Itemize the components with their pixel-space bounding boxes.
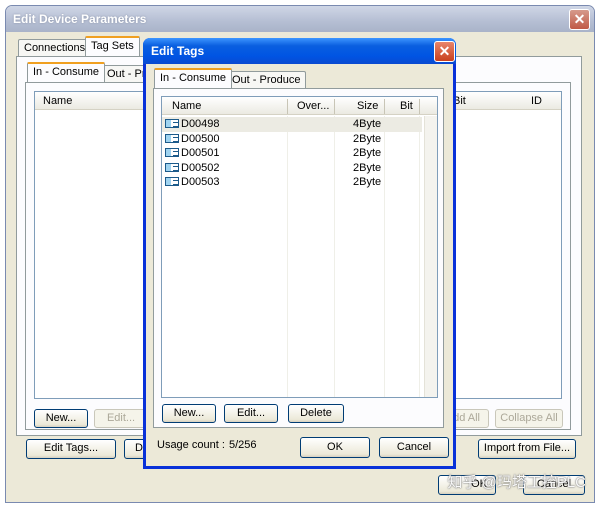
table-row[interactable]: D00500 2Byte xyxy=(162,132,422,147)
outer-col-name: Name xyxy=(43,95,73,107)
subtab-in-consume[interactable]: In - Consume xyxy=(27,62,106,82)
inner-title-bar: Edit Tags xyxy=(143,38,456,64)
inner-new-button[interactable]: New... xyxy=(162,404,216,423)
inner-col-bit: Bit xyxy=(400,100,413,112)
tab-connections[interactable]: Connections xyxy=(18,39,92,57)
inner-col-size: Size xyxy=(357,100,379,112)
inner-cancel-button[interactable]: Cancel xyxy=(379,437,449,458)
outer-title-bar: Edit Device Parameters xyxy=(6,6,594,32)
edit-tags-button[interactable]: Edit Tags... xyxy=(26,439,116,459)
inner-list-scrollbar[interactable] xyxy=(424,116,437,397)
inner-list-body: D00498 4Byte D00500 2Byte D00501 2Byte D… xyxy=(162,116,422,397)
inner-tab-panel: Name Over... Size Bit D00498 4Byte D0050… xyxy=(153,88,444,428)
outer-title: Edit Device Parameters xyxy=(13,12,147,26)
table-row[interactable]: D00503 2Byte xyxy=(162,175,422,190)
tag-icon xyxy=(165,177,179,186)
inner-title: Edit Tags xyxy=(151,44,205,58)
table-row[interactable]: D00498 4Byte xyxy=(162,117,422,132)
tag-icon xyxy=(165,148,179,157)
outer-close-icon[interactable]: ✕ xyxy=(569,9,590,30)
tag-icon xyxy=(165,162,179,172)
inner-ok-button[interactable]: OK xyxy=(300,437,370,458)
inner-tab-in-consume[interactable]: In - Consume xyxy=(154,68,233,88)
inner-delete-button[interactable]: Delete xyxy=(288,404,344,423)
tag-icon xyxy=(165,119,179,128)
outer-edit-button[interactable]: Edit... xyxy=(94,409,148,428)
inner-tab-out-produce[interactable]: Out - Produce xyxy=(226,71,307,89)
inner-edit-button[interactable]: Edit... xyxy=(224,404,278,423)
collapse-all-button[interactable]: Collapse All xyxy=(495,409,563,428)
usage-count-value: 5/256 xyxy=(229,439,257,451)
tab-tag-sets[interactable]: Tag Sets xyxy=(85,36,140,56)
inner-col-over: Over... xyxy=(297,100,330,112)
inner-close-icon[interactable]: ✕ xyxy=(434,41,455,62)
edit-tags-dialog: Edit Tags ✕ In - Consume Out - Produce N… xyxy=(143,38,456,469)
table-row[interactable]: D00502 2Byte xyxy=(162,161,422,176)
tag-icon xyxy=(165,133,179,143)
import-from-file-button[interactable]: Import from File... xyxy=(478,439,576,459)
outer-new-button[interactable]: New... xyxy=(34,409,88,428)
inner-tag-list[interactable]: Name Over... Size Bit D00498 4Byte D0050… xyxy=(161,96,438,398)
inner-col-name: Name xyxy=(172,100,202,112)
table-row[interactable]: D00501 2Byte xyxy=(162,146,422,161)
usage-count-label: Usage count : xyxy=(157,439,225,451)
watermark-text: 知乎 @玛塔工控PLC xyxy=(447,474,586,491)
outer-col-id: ID xyxy=(531,95,542,107)
